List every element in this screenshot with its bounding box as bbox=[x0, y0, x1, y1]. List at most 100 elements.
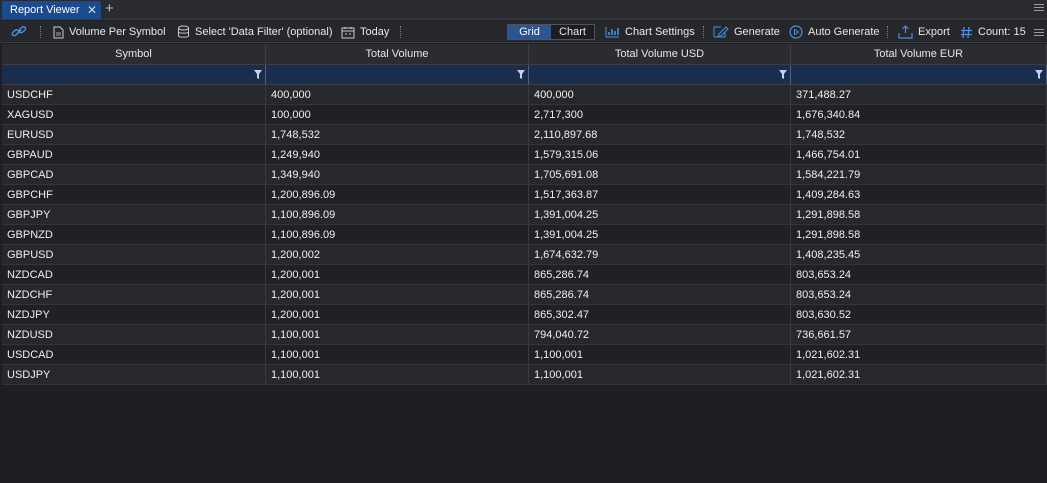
symbol-cell[interactable]: GBPCHF bbox=[2, 185, 266, 204]
total-volume-usd-cell[interactable]: 865,286.74 bbox=[529, 285, 791, 304]
total-volume-eur-cell[interactable]: 1,408,235.45 bbox=[791, 245, 1047, 264]
close-icon[interactable]: ✕ bbox=[87, 3, 97, 17]
total-volume-eur-cell[interactable]: 1,584,221.79 bbox=[791, 165, 1047, 184]
column-header-total-volume[interactable]: Total Volume bbox=[266, 44, 529, 64]
hamburger-menu-icon[interactable] bbox=[1034, 4, 1044, 13]
table-row[interactable]: EURUSD 1,748,532 2,110,897.68 1,748,532 bbox=[2, 125, 1047, 145]
symbol-cell[interactable]: GBPCAD bbox=[2, 165, 266, 184]
total-volume-usd-cell[interactable]: 2,717,300 bbox=[529, 105, 791, 124]
total-volume-cell[interactable]: 1,249,940 bbox=[266, 145, 529, 164]
table-row[interactable]: USDCAD 1,100,001 1,100,001 1,021,602.31 bbox=[2, 345, 1047, 365]
export-button[interactable]: Export bbox=[898, 21, 950, 43]
total-volume-cell[interactable]: 1,748,532 bbox=[266, 125, 529, 144]
total-volume-usd-cell[interactable]: 1,674,632.79 bbox=[529, 245, 791, 264]
table-row[interactable]: GBPCAD 1,349,940 1,705,691.08 1,584,221.79 bbox=[2, 165, 1047, 185]
symbol-cell[interactable]: GBPNZD bbox=[2, 225, 266, 244]
column-header-total-volume-eur[interactable]: Total Volume EUR bbox=[791, 44, 1047, 64]
total-volume-cell[interactable]: 1,200,002 bbox=[266, 245, 529, 264]
table-row[interactable]: USDJPY 1,100,001 1,100,001 1,021,602.31 bbox=[2, 365, 1047, 385]
filter-icon[interactable] bbox=[517, 70, 525, 79]
total-volume-cell[interactable]: 1,100,001 bbox=[266, 345, 529, 364]
symbol-cell[interactable]: EURUSD bbox=[2, 125, 266, 144]
symbol-cell[interactable]: USDJPY bbox=[2, 365, 266, 384]
filter-icon[interactable] bbox=[779, 70, 787, 79]
total-volume-usd-cell[interactable]: 1,100,001 bbox=[529, 345, 791, 364]
link-button[interactable] bbox=[11, 21, 32, 43]
symbol-cell[interactable]: XAGUSD bbox=[2, 105, 266, 124]
total-volume-eur-cell[interactable]: 1,409,284.63 bbox=[791, 185, 1047, 204]
symbol-cell[interactable]: GBPUSD bbox=[2, 245, 266, 264]
symbol-cell[interactable]: USDCHF bbox=[2, 85, 266, 104]
total-volume-usd-cell[interactable]: 794,040.72 bbox=[529, 325, 791, 344]
symbol-cell[interactable]: GBPAUD bbox=[2, 145, 266, 164]
table-row[interactable]: GBPJPY 1,100,896.09 1,391,004.25 1,291,898.… bbox=[2, 205, 1047, 225]
total-volume-eur-cell[interactable]: 803,630.52 bbox=[791, 305, 1047, 324]
total-volume-usd-cell[interactable]: 1,517,363.87 bbox=[529, 185, 791, 204]
total-volume-eur-cell[interactable]: 1,021,602.31 bbox=[791, 345, 1047, 364]
total-volume-usd-cell[interactable]: 1,579,315.06 bbox=[529, 145, 791, 164]
column-header-symbol[interactable]: Symbol bbox=[2, 44, 266, 64]
symbol-cell[interactable]: USDCAD bbox=[2, 345, 266, 364]
filter-icon[interactable] bbox=[254, 70, 262, 79]
total-volume-cell[interactable]: 1,100,001 bbox=[266, 365, 529, 384]
total-volume-cell[interactable]: 1,200,896.09 bbox=[266, 185, 529, 204]
total-volume-usd-cell[interactable]: 865,286.74 bbox=[529, 265, 791, 284]
table-row[interactable]: USDCHF 400,000 400,000 371,488.27 bbox=[2, 85, 1047, 105]
table-row[interactable]: GBPUSD 1,200,002 1,674,632.79 1,408,235.45 bbox=[2, 245, 1047, 265]
filter-cell-total-volume-usd[interactable] bbox=[529, 65, 791, 84]
total-volume-cell[interactable]: 1,100,896.09 bbox=[266, 225, 529, 244]
table-row[interactable]: NZDCAD 1,200,001 865,286.74 803,653.24 bbox=[2, 265, 1047, 285]
total-volume-usd-cell[interactable]: 1,100,001 bbox=[529, 365, 791, 384]
total-volume-eur-cell[interactable]: 1,676,340.84 bbox=[791, 105, 1047, 124]
total-volume-cell[interactable]: 400,000 bbox=[266, 85, 529, 104]
total-volume-usd-cell[interactable]: 1,705,691.08 bbox=[529, 165, 791, 184]
total-volume-eur-cell[interactable]: 803,653.24 bbox=[791, 265, 1047, 284]
total-volume-eur-cell[interactable]: 1,291,898.58 bbox=[791, 225, 1047, 244]
table-row[interactable]: NZDUSD 1,100,001 794,040.72 736,661.57 bbox=[2, 325, 1047, 345]
auto-generate-button[interactable]: Auto Generate bbox=[789, 21, 880, 43]
chart-view-button[interactable]: Chart bbox=[551, 25, 594, 39]
table-row[interactable]: GBPAUD 1,249,940 1,579,315.06 1,466,754.01 bbox=[2, 145, 1047, 165]
total-volume-usd-cell[interactable]: 2,110,897.68 bbox=[529, 125, 791, 144]
total-volume-cell[interactable]: 1,100,001 bbox=[266, 325, 529, 344]
total-volume-eur-cell[interactable]: 736,661.57 bbox=[791, 325, 1047, 344]
filter-cell-total-volume[interactable] bbox=[266, 65, 529, 84]
total-volume-eur-cell[interactable]: 803,653.24 bbox=[791, 285, 1047, 304]
symbol-cell[interactable]: NZDCAD bbox=[2, 265, 266, 284]
total-volume-eur-cell[interactable]: 371,488.27 bbox=[791, 85, 1047, 104]
symbol-cell[interactable]: GBPJPY bbox=[2, 205, 266, 224]
symbol-cell[interactable]: NZDCHF bbox=[2, 285, 266, 304]
filter-cell-symbol[interactable] bbox=[2, 65, 266, 84]
table-row[interactable]: GBPNZD 1,100,896.09 1,391,004.25 1,291,898.… bbox=[2, 225, 1047, 245]
total-volume-cell[interactable]: 1,100,896.09 bbox=[266, 205, 529, 224]
total-volume-cell[interactable]: 100,000 bbox=[266, 105, 529, 124]
tab-report-viewer[interactable]: Report Viewer ✕ bbox=[2, 1, 101, 19]
table-row[interactable]: GBPCHF 1,200,896.09 1,517,363.87 1,409,284.… bbox=[2, 185, 1047, 205]
table-row[interactable]: NZDCHF 1,200,001 865,286.74 803,653.24 bbox=[2, 285, 1047, 305]
total-volume-cell[interactable]: 1,200,001 bbox=[266, 285, 529, 304]
filter-icon[interactable] bbox=[1035, 70, 1043, 79]
total-volume-eur-cell[interactable]: 1,021,602.31 bbox=[791, 365, 1047, 384]
total-volume-usd-cell[interactable]: 1,391,004.25 bbox=[529, 225, 791, 244]
total-volume-cell[interactable]: 1,200,001 bbox=[266, 265, 529, 284]
grid-view-button[interactable]: Grid bbox=[508, 25, 551, 39]
total-volume-cell[interactable]: 1,349,940 bbox=[266, 165, 529, 184]
add-tab-icon[interactable]: + bbox=[105, 1, 114, 17]
generate-button[interactable]: Generate bbox=[713, 21, 780, 43]
symbol-cell[interactable]: NZDJPY bbox=[2, 305, 266, 324]
column-header-total-volume-usd[interactable]: Total Volume USD bbox=[529, 44, 791, 64]
date-selector[interactable]: Today bbox=[341, 21, 389, 43]
total-volume-eur-cell[interactable]: 1,466,754.01 bbox=[791, 145, 1047, 164]
filter-cell-total-volume-eur[interactable] bbox=[791, 65, 1047, 84]
total-volume-eur-cell[interactable]: 1,291,898.58 bbox=[791, 205, 1047, 224]
table-row[interactable]: NZDJPY 1,200,001 865,302.47 803,630.52 bbox=[2, 305, 1047, 325]
report-selector[interactable]: Volume Per Symbol bbox=[53, 21, 166, 43]
total-volume-usd-cell[interactable]: 865,302.47 bbox=[529, 305, 791, 324]
total-volume-usd-cell[interactable]: 400,000 bbox=[529, 85, 791, 104]
chart-settings-button[interactable]: Chart Settings bbox=[605, 21, 695, 43]
data-filter-selector[interactable]: Select 'Data Filter' (optional) bbox=[177, 21, 332, 43]
hamburger-menu-icon[interactable] bbox=[1034, 29, 1044, 38]
total-volume-cell[interactable]: 1,200,001 bbox=[266, 305, 529, 324]
symbol-cell[interactable]: NZDUSD bbox=[2, 325, 266, 344]
table-row[interactable]: XAGUSD 100,000 2,717,300 1,676,340.84 bbox=[2, 105, 1047, 125]
